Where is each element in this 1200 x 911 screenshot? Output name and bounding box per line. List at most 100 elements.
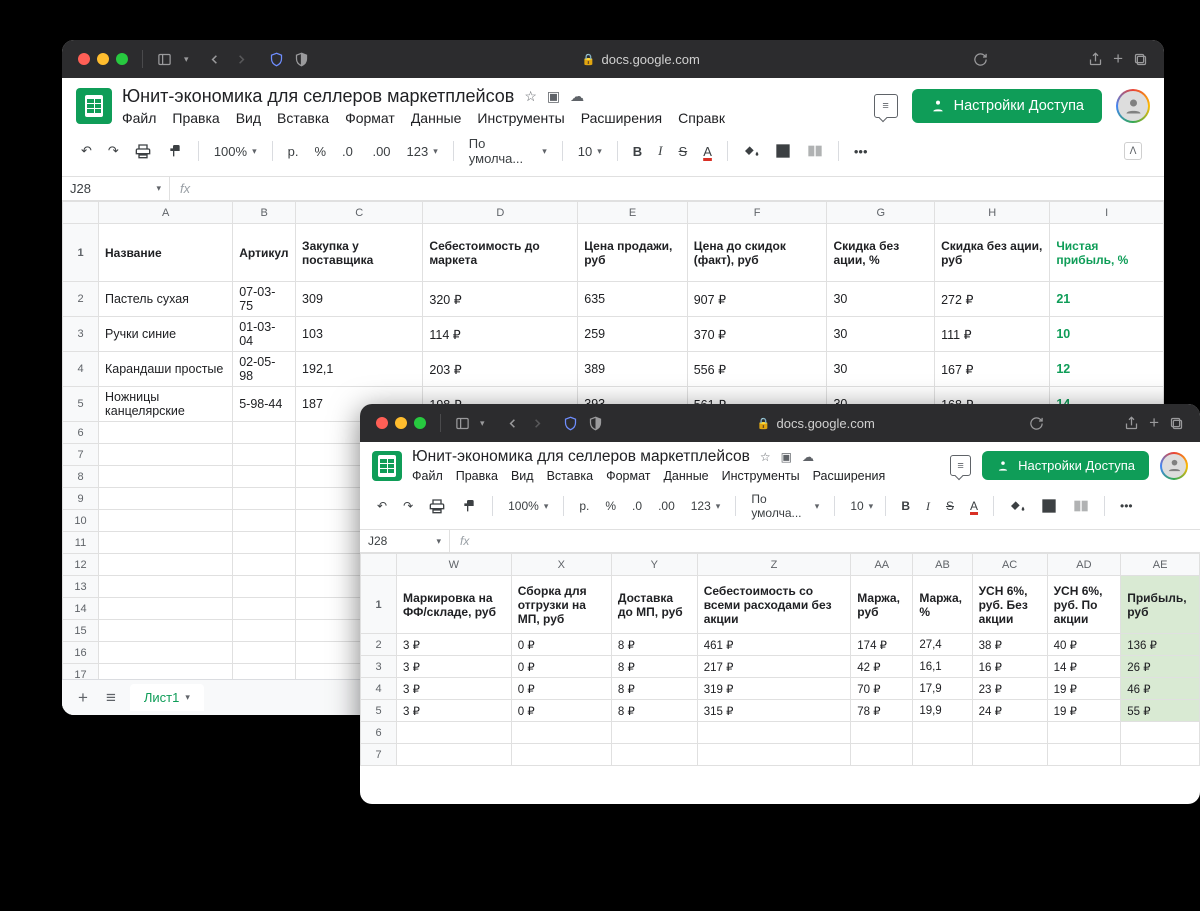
cell[interactable]	[99, 444, 233, 466]
cell[interactable]	[233, 598, 296, 620]
zoom-select[interactable]: 100%	[503, 495, 553, 517]
close-window-button[interactable]	[78, 53, 90, 65]
cell[interactable]	[851, 744, 913, 766]
menu-data[interactable]: Данные	[663, 469, 708, 483]
cell[interactable]	[233, 642, 296, 664]
col-header[interactable]: G	[827, 202, 935, 224]
col-header[interactable]: I	[1050, 202, 1164, 224]
cell[interactable]: 16,1	[913, 656, 972, 678]
cell[interactable]: 272 ₽	[935, 282, 1050, 317]
cell[interactable]	[99, 620, 233, 642]
menu-edit[interactable]: Правка	[456, 469, 498, 483]
cell[interactable]: 55 ₽	[1121, 700, 1200, 722]
name-box[interactable]: J28▾	[62, 177, 170, 200]
cell[interactable]	[99, 642, 233, 664]
redo-button[interactable]: ↷	[103, 139, 124, 163]
cell[interactable]	[99, 598, 233, 620]
column-title[interactable]: Сборка для отгрузки на МП, руб	[511, 576, 611, 634]
column-title[interactable]: УСН 6%, руб. По акции	[1047, 576, 1121, 634]
move-icon[interactable]: ▣	[781, 450, 792, 464]
more-tools-button[interactable]: •••	[849, 140, 873, 163]
cell[interactable]: 8 ₽	[611, 634, 697, 656]
cell[interactable]: 111 ₽	[935, 317, 1050, 352]
spreadsheet-grid[interactable]: WXYZAAABACADAE1Маркировка на ФФ/складе, …	[360, 553, 1200, 766]
cell[interactable]	[233, 620, 296, 642]
star-icon[interactable]: ☆	[524, 88, 537, 105]
row-header[interactable]: 1	[63, 224, 99, 282]
sheets-logo-icon[interactable]	[372, 451, 402, 481]
cell[interactable]	[99, 510, 233, 532]
cell[interactable]: 103	[296, 317, 423, 352]
move-icon[interactable]: ▣	[547, 88, 560, 105]
star-icon[interactable]: ☆	[760, 450, 771, 464]
column-title[interactable]: Доставка до МП, руб	[611, 576, 697, 634]
cell[interactable]: 461 ₽	[697, 634, 851, 656]
cell[interactable]: 114 ₽	[423, 317, 578, 352]
cloud-status-icon[interactable]: ☁	[570, 88, 584, 105]
col-header[interactable]: X	[511, 554, 611, 576]
cell[interactable]	[511, 722, 611, 744]
cell[interactable]: 78 ₽	[851, 700, 913, 722]
print-button[interactable]	[130, 139, 156, 163]
sidebar-toggle-icon[interactable]	[455, 416, 470, 431]
menu-format[interactable]: Формат	[606, 469, 650, 483]
cell[interactable]: 30	[827, 282, 935, 317]
row-header[interactable]: 2	[63, 282, 99, 317]
fontsize-select[interactable]: 10	[573, 140, 607, 163]
row-header[interactable]: 13	[63, 576, 99, 598]
name-box[interactable]: J28▾	[360, 530, 450, 552]
column-title[interactable]: Маржа, руб	[851, 576, 913, 634]
cell[interactable]	[1121, 722, 1200, 744]
cell[interactable]	[233, 554, 296, 576]
menu-tools[interactable]: Инструменты	[722, 469, 800, 483]
cell[interactable]	[1121, 744, 1200, 766]
row-header[interactable]: 6	[361, 722, 397, 744]
column-title[interactable]: УСН 6%, руб. Без акции	[972, 576, 1047, 634]
share-icon[interactable]	[1088, 52, 1103, 67]
cell[interactable]: 38 ₽	[972, 634, 1047, 656]
cell[interactable]	[913, 722, 972, 744]
menu-view[interactable]: Вид	[511, 469, 534, 483]
column-title[interactable]: Чистая прибыль, %	[1050, 224, 1164, 282]
cell[interactable]: 0 ₽	[511, 678, 611, 700]
cell[interactable]	[233, 444, 296, 466]
cell[interactable]: Ножницы канцелярские	[99, 387, 233, 422]
menu-format[interactable]: Формат	[345, 110, 395, 126]
decrease-decimal-button[interactable]: .0	[337, 140, 361, 163]
cell[interactable]: 8 ₽	[611, 700, 697, 722]
account-avatar[interactable]	[1116, 89, 1150, 123]
font-select[interactable]: По умолча...	[746, 488, 824, 524]
cell[interactable]: 24 ₽	[972, 700, 1047, 722]
cell[interactable]: 10	[1050, 317, 1164, 352]
cell[interactable]	[397, 722, 512, 744]
row-header[interactable]: 3	[63, 317, 99, 352]
italic-button[interactable]: I	[921, 495, 935, 518]
column-title[interactable]: Название	[99, 224, 233, 282]
col-header[interactable]: D	[423, 202, 578, 224]
cell[interactable]: 174 ₽	[851, 634, 913, 656]
cell[interactable]: 07-03-75	[233, 282, 296, 317]
italic-button[interactable]: I	[653, 139, 667, 163]
column-title[interactable]: Маркировка на ФФ/складе, руб	[397, 576, 512, 634]
cell[interactable]: 556 ₽	[687, 352, 827, 387]
cell[interactable]: 17,9	[913, 678, 972, 700]
cell[interactable]	[611, 722, 697, 744]
cell[interactable]: 0 ₽	[511, 656, 611, 678]
menu-file[interactable]: Файл	[122, 110, 156, 126]
sheets-logo-icon[interactable]	[76, 88, 112, 124]
fill-color-button[interactable]	[1004, 494, 1030, 518]
cell[interactable]	[99, 532, 233, 554]
row-header[interactable]: 12	[63, 554, 99, 576]
cell[interactable]: 320 ₽	[423, 282, 578, 317]
cell[interactable]: 19 ₽	[1047, 678, 1121, 700]
col-header[interactable]: C	[296, 202, 423, 224]
tabs-overview-icon[interactable]	[1169, 416, 1184, 431]
share-icon[interactable]	[1124, 416, 1139, 431]
format-percent-button[interactable]: %	[600, 495, 621, 517]
cell[interactable]	[972, 722, 1047, 744]
minimize-window-button[interactable]	[97, 53, 109, 65]
cell[interactable]: 389	[578, 352, 687, 387]
cell[interactable]	[99, 422, 233, 444]
cell[interactable]: 19,9	[913, 700, 972, 722]
row-header[interactable]: 5	[63, 387, 99, 422]
